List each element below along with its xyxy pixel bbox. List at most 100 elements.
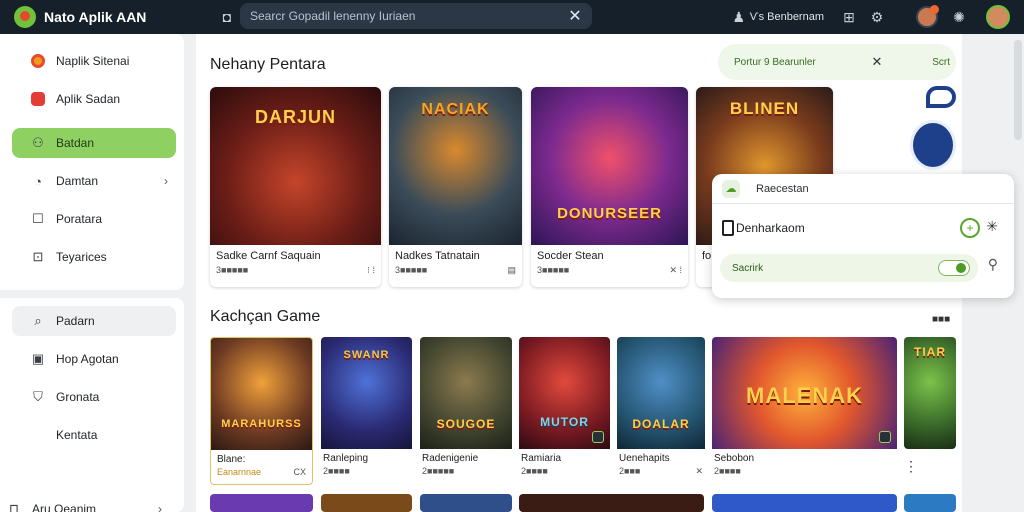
top-bar: Nato Aplik AAN ◘ ✕ ♟ Ѵs Benbernam ⊞ ⚙ ✺: [0, 0, 1024, 34]
profile-avatar[interactable]: [986, 5, 1010, 29]
game-card-partial[interactable]: [210, 494, 313, 512]
sidebar-item-damtan[interactable]: ◔ Damtan ›: [12, 166, 176, 196]
badge-icon: [592, 431, 604, 443]
game-meta: 2■■■■: [323, 466, 350, 476]
sidebar-item-poratara[interactable]: ☐ Poratara: [12, 204, 176, 234]
sidebar-item-label: Batdan: [56, 136, 95, 150]
list-icon[interactable]: ▤: [507, 265, 516, 276]
game-title: Radenigenie: [422, 453, 479, 464]
game-cover-image: DOALAR: [617, 337, 705, 449]
game-meta: 2■■■■: [521, 466, 548, 476]
add-icon[interactable]: +: [960, 218, 980, 238]
game-title: Nadkes Tatnatain: [395, 250, 480, 262]
sidebar-item-label: Poratara: [56, 212, 103, 226]
more-icon[interactable]: ⁝ ⁞: [367, 265, 375, 276]
share-icon[interactable]: CX: [293, 467, 306, 477]
document-icon: [722, 220, 734, 236]
chevron-right-icon[interactable]: ›: [158, 502, 162, 512]
game-cover-image: MUTOR: [519, 337, 610, 449]
person-icon[interactable]: ♟: [728, 9, 750, 26]
blank-icon: [30, 427, 46, 443]
logo-swoosh-icon: [926, 86, 956, 108]
sidebar-item-label: Kentata: [56, 428, 98, 442]
sidebar-item-aplik[interactable]: Aplik Sadan: [12, 84, 176, 114]
sidebar-item-teyarices[interactable]: ⊡ Teyarices: [12, 242, 176, 272]
banner-action[interactable]: Scrt: [932, 57, 950, 68]
quick-panel-header: ☁ Raecestan: [712, 174, 1014, 204]
quick-panel-toggle-row[interactable]: Sacrirk: [720, 254, 978, 282]
sidebar-item-padarn[interactable]: ⌕ Padarn: [12, 306, 176, 336]
bookmark-outline-icon: ⊓: [8, 501, 20, 512]
more-options-icon[interactable]: ⋮: [904, 458, 918, 475]
app-name: Nato Aplik AAN: [44, 9, 147, 25]
game-title: Blane:: [217, 454, 246, 465]
game-title: Socder Stean: [537, 250, 604, 262]
games-more-link[interactable]: ■■■: [932, 314, 950, 325]
game-card-partial[interactable]: [712, 494, 897, 512]
game-card-partial[interactable]: [321, 494, 412, 512]
game-title: Ranleping: [323, 453, 369, 464]
sidebar-item-footer[interactable]: ⊓ Aru Oeanim ›: [0, 494, 170, 512]
bookmark-icon: ⊡: [32, 249, 44, 264]
camera-icon[interactable]: ◘: [216, 9, 238, 25]
quick-panel-row-label: Denharkaom: [736, 221, 805, 235]
sidebar-item-kentata[interactable]: Kentata: [12, 420, 176, 450]
notification-avatar[interactable]: [916, 5, 939, 28]
square-icon: ☐: [32, 211, 44, 226]
orange-circle-icon: [30, 53, 46, 69]
quick-panel-title: Raecestan: [756, 182, 809, 195]
sidebar-item-naplik[interactable]: Naplik Sitenai: [12, 46, 176, 76]
game-card[interactable]: MARAHURSS Blane: Eanarnnae CX: [210, 337, 313, 485]
game-card[interactable]: SOUGOE Radenigenie 2■■■■■: [420, 337, 512, 485]
sidebar-item-label: Hop Agotan: [56, 352, 119, 366]
quick-panel-row[interactable]: Denharkaom + ✳: [712, 210, 1014, 246]
partial-game-art: [904, 86, 956, 176]
toggle-label: Sacrirk: [732, 262, 764, 274]
notification-banner[interactable]: Portur 9 Bearunler ✕ Scrt: [718, 44, 956, 80]
sidebar-item-gronata[interactable]: ⛉ Gronata: [12, 382, 176, 412]
lightbulb-icon[interactable]: ⚲: [988, 256, 998, 273]
close-icon[interactable]: ✕: [864, 54, 890, 70]
game-card[interactable]: DOALAR Uenehapits 2■■■ ✕: [617, 337, 705, 485]
featured-card[interactable]: NACIAK Nadkes Tatnatain 3■■■■■ ▤: [389, 87, 522, 287]
game-card-partial[interactable]: [420, 494, 512, 512]
sidebar-item-batdan[interactable]: ⚇ Batdan: [12, 128, 176, 158]
app-logo[interactable]: Nato Aplik AAN: [14, 6, 204, 28]
featured-card[interactable]: DARJUN Sadke Carnf Saquain 3■■■■■ ⁝ ⁞: [210, 87, 381, 287]
chevron-right-icon[interactable]: ›: [164, 174, 168, 188]
game-card-partial[interactable]: [904, 494, 956, 512]
close-icon[interactable]: ✕: [558, 6, 592, 26]
games-section-title: Kachçan Game: [210, 308, 321, 325]
game-card[interactable]: MALENAK Sebobon 2■■■■: [712, 337, 897, 485]
scrollbar[interactable]: [1014, 40, 1022, 140]
game-meta: 3■■■■■ ⁝ ⁞: [216, 265, 375, 276]
sidebar-item-label: Gronata: [56, 390, 100, 404]
shield-icon: ⛉: [33, 389, 43, 404]
game-card[interactable]: MUTOR Ramiaria 2■■■■: [519, 337, 610, 485]
featured-card[interactable]: DONURSEER Socder Stean 3■■■■■ ✕ ⁞: [531, 87, 688, 287]
featured-section-title: Nehany Pentara: [210, 56, 326, 73]
game-card[interactable]: TIAR: [904, 337, 956, 449]
game-meta: 2■■■■■: [422, 466, 455, 476]
settings-icon[interactable]: ⚙: [866, 9, 888, 26]
sidebar-item-label: Aplik Sadan: [56, 92, 121, 106]
gear-icon[interactable]: ✺: [948, 9, 970, 26]
game-title: Ramiaria: [521, 453, 562, 464]
search-input[interactable]: [250, 9, 558, 23]
game-card-partial[interactable]: [519, 494, 704, 512]
close-icon[interactable]: ✕: [695, 466, 703, 477]
game-card[interactable]: SWANR Ranleping 2■■■■: [321, 337, 412, 485]
grid-icon[interactable]: ⊞: [838, 9, 860, 26]
close-icon[interactable]: ✕ ⁞: [669, 265, 682, 276]
game-cover-image: SWANR: [321, 337, 412, 449]
top-bar-actions: ♟ Ѵs Benbernam ⊞ ⚙ ✺: [728, 0, 1024, 34]
sparkle-icon[interactable]: ✳: [986, 218, 998, 235]
sidebar-item-hop-agotan[interactable]: ▣ Hop Agotan: [12, 344, 176, 374]
gauge-icon: ◔: [34, 173, 42, 189]
sidebar-group-primary: Naplik Sitenai Aplik Sadan ⚇ Batdan ◔ Da…: [0, 34, 184, 290]
user-label[interactable]: Ѵs Benbernam: [750, 11, 824, 23]
game-cover-image: MARAHURSS: [211, 338, 312, 450]
badge-icon: [879, 431, 891, 443]
search-bar[interactable]: ✕: [240, 3, 592, 29]
toggle-switch[interactable]: [938, 260, 970, 276]
